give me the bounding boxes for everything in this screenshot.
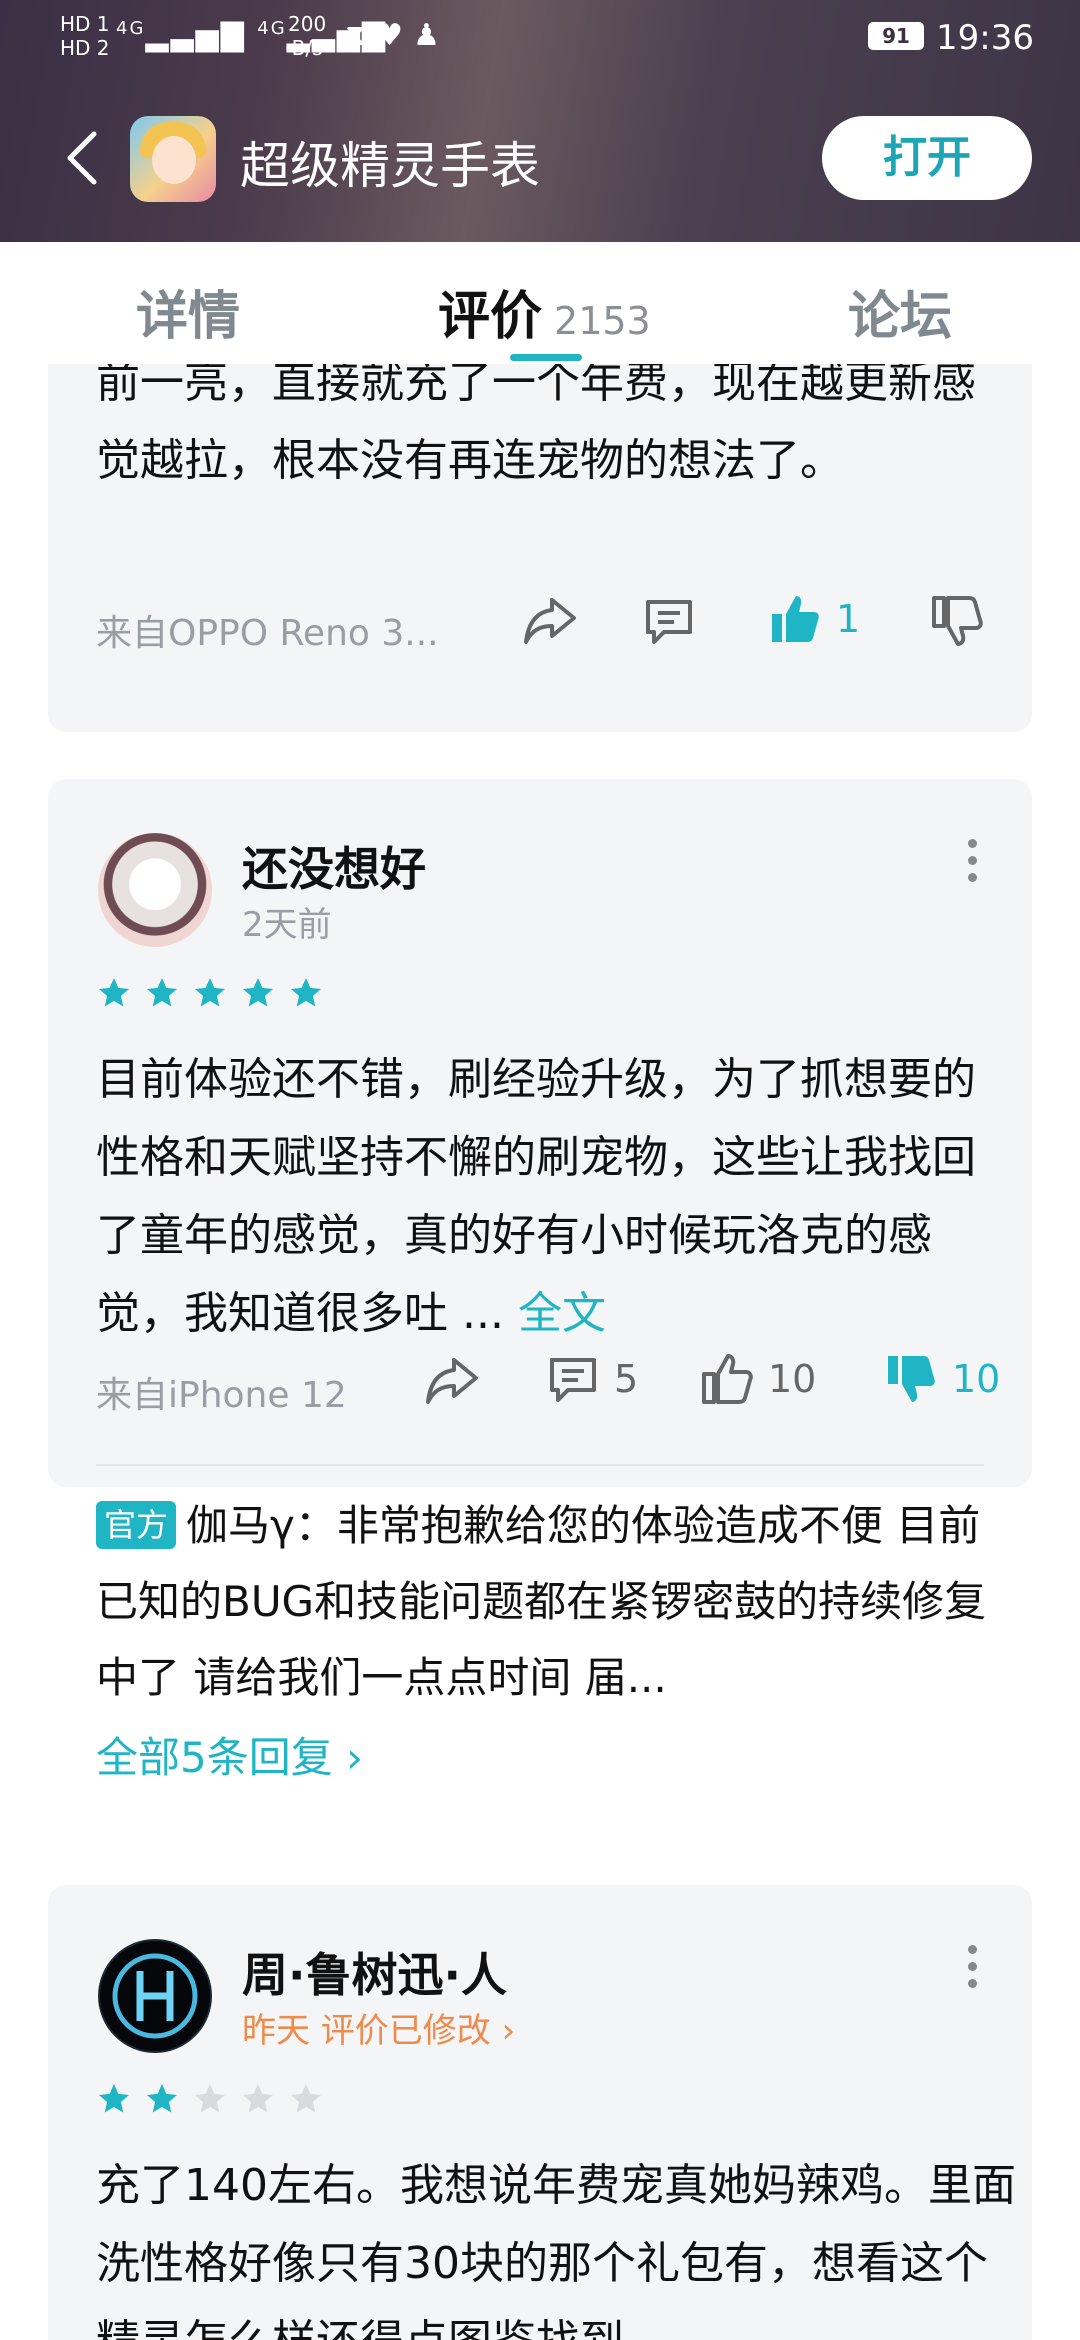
more-options-icon[interactable] (960, 839, 984, 890)
avatar[interactable] (98, 833, 212, 947)
tab-bar: 详情 评价 2153 论坛 (0, 242, 1080, 364)
review-text: 充了140左右。我想说年费宠真她妈辣鸡。里面洗性格好像只有30块的那个礼包有，想… (96, 2160, 1016, 2340)
official-badge: 官方 (96, 1501, 177, 1549)
like-count: 10 (768, 1357, 817, 1401)
heart-icon: ♥ (376, 18, 413, 53)
clock: 19:36 (936, 18, 1034, 58)
reviews-count: 2153 (554, 299, 651, 343)
rating-stars (96, 975, 336, 1011)
reply-author: 伽马γ (186, 1501, 295, 1550)
review-text: 前一亮，直接就充了一个年费，现在越更新感觉越拉，根本没有再连宠物的想法了。 (96, 364, 976, 486)
dislike-button[interactable] (930, 594, 984, 648)
tab-forum[interactable]: 论坛 (848, 274, 952, 349)
like-button[interactable]: 10 (700, 1352, 816, 1406)
active-tab-indicator (510, 354, 582, 361)
star-filled-icon (99, 2084, 129, 2113)
comment-button[interactable]: 5 (546, 1354, 638, 1404)
comment-icon (550, 1358, 596, 1402)
star-empty-icon (291, 2084, 321, 2113)
thumbs-up-icon (702, 1354, 753, 1404)
share-icon (426, 1358, 478, 1404)
share-button[interactable] (522, 594, 578, 646)
chevron-right-icon: › (332, 1733, 363, 1782)
share-button[interactable] (424, 1354, 480, 1406)
star-filled-icon (147, 978, 177, 1007)
battery-indicator: 91 (868, 22, 924, 50)
full-text-link[interactable]: 全文 (518, 1288, 606, 1339)
sim1-label: HD 1 (60, 12, 110, 36)
review-time-modified[interactable]: 昨天 评价已修改 › (242, 2003, 515, 2052)
tab-forum-label: 论坛 (848, 287, 953, 347)
dislike-button[interactable]: 10 (884, 1352, 1000, 1406)
tab-details-label: 详情 (136, 287, 241, 347)
signal2-label: 4G (257, 18, 287, 39)
review-time-modified-label: 昨天 评价已修改 (242, 2011, 491, 2051)
star-empty-icon (243, 2084, 273, 2113)
rating-stars (96, 2081, 336, 2117)
more-options-icon[interactable] (960, 1945, 984, 1996)
star-filled-icon (291, 978, 321, 1007)
dislike-count: 10 (952, 1357, 1001, 1401)
chevron-right-icon: › (490, 2011, 516, 2051)
app-title: 超级精灵手表 (240, 137, 540, 195)
sim-indicators: HD 1 HD 2 (60, 12, 110, 60)
sim2-label: HD 2 (60, 36, 110, 60)
signal-bars-icon: ▂▃▅▇ (145, 18, 246, 53)
net-speed-unit: B/s (291, 36, 323, 60)
hourglass-icon: ⧗ (345, 18, 377, 53)
tab-reviews[interactable]: 评价 2153 (438, 274, 651, 349)
star-filled-icon (147, 2084, 177, 2113)
like-button[interactable]: 1 (768, 592, 860, 646)
username[interactable]: 还没想好 (242, 833, 426, 899)
status-icons: ⧗♥♟ (345, 18, 450, 53)
star-filled-icon (243, 978, 273, 1007)
back-arrow-icon[interactable] (62, 128, 102, 188)
thumbs-down-icon (932, 596, 983, 646)
net-speed-value: 200 (288, 12, 327, 36)
official-reply[interactable]: 官方 伽马γ：非常抱歉给您的体验造成不便 目前已知的BUG和技能问题都在紧锣密鼓的… (96, 1488, 996, 1716)
signal1-label: 4G (116, 18, 146, 39)
star-empty-icon (195, 2084, 225, 2113)
tab-reviews-label: 评价 (438, 287, 543, 347)
like-count: 1 (836, 597, 861, 641)
review-card-prev: 前一亮，直接就充了一个年费，现在越更新感觉越拉，根本没有再连宠物的想法了。 来自… (48, 364, 1032, 732)
open-button[interactable]: 打开 (822, 116, 1032, 200)
all-replies-label: 全部5条回复 (96, 1733, 333, 1782)
divider (96, 1464, 984, 1466)
app-header: HD 1 HD 2 4G▂▃▅▇ 4G▂▃▅▇ 200 B/s ⧗♥♟ 91 1… (0, 0, 1080, 242)
review-source: 来自iPhone 12 (96, 1375, 347, 1416)
qq-icon: ♟ (412, 18, 450, 53)
review-source: 来自OPPO Reno 3... (96, 613, 439, 654)
review-text: 目前体验还不错，刷经验升级，为了抓想要的性格和天赋坚持不懈的刷宠物，这些让我找回… (96, 1041, 1016, 1353)
app-icon (130, 116, 216, 202)
status-bar: HD 1 HD 2 4G▂▃▅▇ 4G▂▃▅▇ 200 B/s ⧗♥♟ 91 1… (0, 0, 1080, 80)
share-icon (524, 598, 576, 644)
thumbs-up-icon (772, 596, 819, 642)
username[interactable]: 周·鲁树迅·人 (242, 1939, 507, 2005)
star-filled-icon (99, 978, 129, 1007)
tab-details[interactable]: 详情 (136, 274, 240, 349)
review-feed[interactable]: 前一亮，直接就充了一个年费，现在越更新感觉越拉，根本没有再连宠物的想法了。 来自… (0, 364, 1080, 2340)
review-time: 2天前 (242, 905, 332, 945)
network-speed: 200 B/s (288, 12, 326, 60)
comment-icon (646, 600, 692, 644)
review-card: 周·鲁树迅·人 昨天 评价已修改 › 充了140左右。我想说年费宠真她妈辣鸡。里… (48, 1885, 1032, 2340)
comment-count: 5 (614, 1357, 639, 1401)
comment-button[interactable] (642, 596, 696, 646)
all-replies-link[interactable]: 全部5条回复 › (96, 1724, 363, 1785)
thumbs-down-icon (888, 1356, 935, 1402)
avatar[interactable] (98, 1939, 212, 2053)
star-filled-icon (195, 978, 225, 1007)
